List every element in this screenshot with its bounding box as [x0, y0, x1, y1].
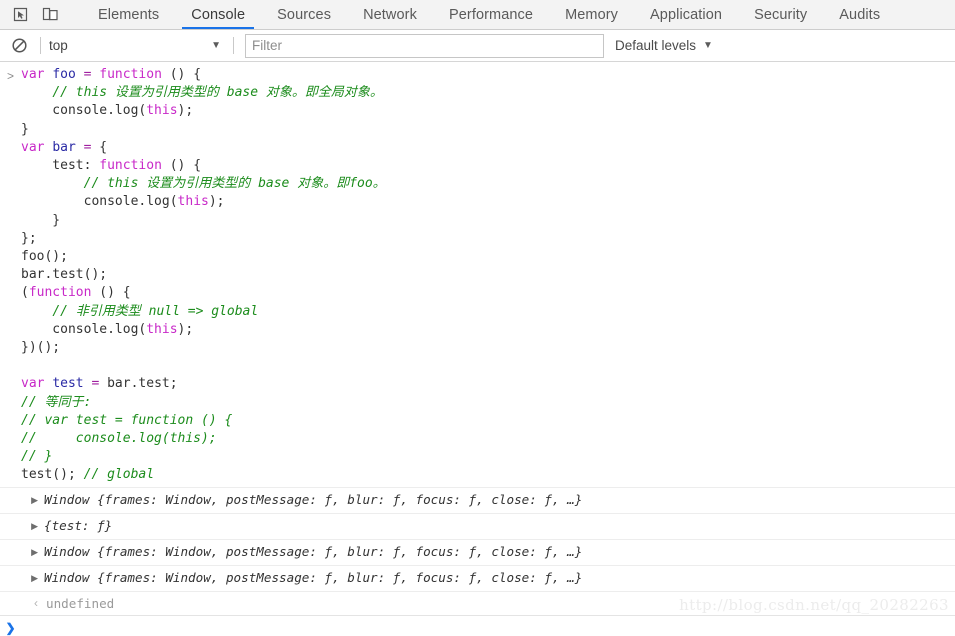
triangle-right-icon: ▶ [31, 546, 38, 557]
prompt-arrow-icon: ❯ [5, 620, 16, 635]
triangle-right-icon: ▶ [31, 572, 38, 583]
execution-context-value: top [49, 38, 68, 53]
device-toolbar-icon[interactable] [36, 2, 64, 28]
console-output-text: {test: ƒ} [44, 517, 113, 533]
tab-elements[interactable]: Elements [82, 0, 175, 29]
panel-tabs: Elements Console Sources Network Perform… [82, 0, 896, 29]
expand-toggle[interactable]: ▶ [0, 569, 44, 588]
console-return-value: undefined [46, 595, 115, 611]
expand-toggle[interactable]: ▶ [0, 517, 44, 536]
tab-network[interactable]: Network [347, 0, 433, 29]
console-input-code: var foo = function () { // this 设置为引用类型的… [21, 67, 386, 483]
filterbar-divider-1 [40, 37, 41, 54]
tab-security[interactable]: Security [738, 0, 823, 29]
filter-input[interactable] [245, 33, 604, 58]
tab-sources[interactable]: Sources [261, 0, 347, 29]
expand-toggle[interactable]: ▶ [0, 491, 44, 510]
devtools-tabbar: Elements Console Sources Network Perform… [0, 0, 955, 30]
console-prompt-input[interactable] [21, 620, 955, 636]
triangle-right-icon: ▶ [31, 494, 38, 505]
input-prompt-arrow: > [6, 69, 14, 83]
clear-console-icon[interactable] [6, 33, 32, 59]
tab-audits[interactable]: Audits [823, 0, 896, 29]
console-output-row[interactable]: ▶ {test: ƒ} [0, 512, 955, 539]
console-output-text: Window {frames: Window, postMessage: ƒ, … [44, 569, 583, 585]
chevron-down-icon: ▼ [211, 39, 221, 51]
console-input-entry[interactable]: > var foo = function () { // this 设置为引用类… [0, 62, 955, 487]
tab-application[interactable]: Application [634, 0, 738, 29]
console-filter-bar: top ▼ Default levels ▼ [0, 30, 955, 62]
chevron-down-icon: ▼ [703, 40, 713, 51]
triangle-right-icon: ▶ [31, 520, 38, 531]
console-output-text: Window {frames: Window, postMessage: ƒ, … [44, 491, 583, 507]
console-output-row[interactable]: ▶ Window {frames: Window, postMessage: ƒ… [0, 486, 955, 513]
console-prompt-row[interactable]: ❯ [0, 614, 955, 636]
log-levels-select[interactable]: Default levels ▼ [615, 38, 713, 53]
console-output-area: > var foo = function () { // this 设置为引用类… [0, 62, 955, 636]
execution-context-select[interactable]: top ▼ [49, 38, 225, 53]
console-return-row: ‹ undefined [0, 590, 955, 615]
console-output-row[interactable]: ▶ Window {frames: Window, postMessage: ƒ… [0, 538, 955, 565]
toolbar-icon-group [0, 0, 82, 29]
tab-console[interactable]: Console [175, 0, 261, 29]
console-output-text: Window {frames: Window, postMessage: ƒ, … [44, 543, 583, 559]
tab-memory[interactable]: Memory [549, 0, 634, 29]
console-output-row[interactable]: ▶ Window {frames: Window, postMessage: ƒ… [0, 564, 955, 591]
expand-toggle[interactable]: ▶ [0, 543, 44, 562]
inspect-element-icon[interactable] [6, 2, 34, 28]
tab-performance[interactable]: Performance [433, 0, 549, 29]
filterbar-divider-2 [233, 37, 234, 54]
log-levels-label: Default levels [615, 38, 697, 53]
return-arrow-icon: ‹ [34, 595, 38, 610]
